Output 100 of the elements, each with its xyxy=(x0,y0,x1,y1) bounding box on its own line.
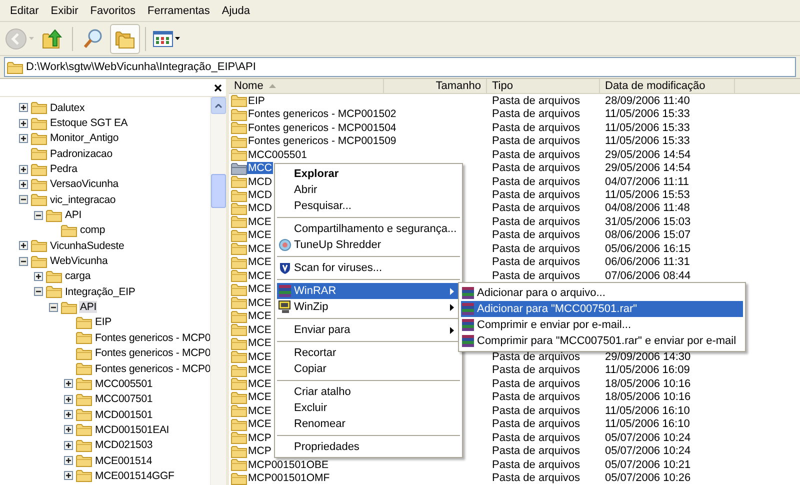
tree-item[interactable]: WebVicunha xyxy=(49,255,109,268)
tree-item[interactable]: VicunhaSudeste xyxy=(49,240,126,252)
tree-item[interactable]: Estoque SGT EA xyxy=(49,117,129,130)
tree-item[interactable]: Padronizacao xyxy=(49,148,114,160)
address-field[interactable]: D:\Work\sgtw\WebVicunha\Integração_EIP\API xyxy=(4,57,796,77)
file-name[interactable]: MCD xyxy=(247,189,273,201)
menu-item[interactable]: Recortar xyxy=(277,345,460,361)
file-name[interactable]: MCE xyxy=(247,350,272,363)
tree-item[interactable]: Fontes genericos - MCP0 xyxy=(94,362,210,375)
tree-item[interactable]: carga xyxy=(64,270,92,282)
table-cell-text: Pasta de arquivos xyxy=(491,350,582,363)
menu-item[interactable]: Excluir xyxy=(277,400,460,416)
menu-item[interactable]: Pesquisar... xyxy=(277,198,460,214)
file-name[interactable]: EIP xyxy=(247,94,266,107)
table-cell-text: 11/05/2006 15:33 xyxy=(604,135,691,148)
tree-item[interactable]: MCC007501 xyxy=(94,393,154,406)
table-cell-text: Pasta de arquivos xyxy=(491,242,582,255)
file-name[interactable]: Fontes genericos - MCP001509 xyxy=(247,135,398,148)
column-header[interactable]: Tamanho xyxy=(384,79,487,93)
file-name[interactable]: MCE xyxy=(247,310,272,322)
table-cell-text: 05/06/2006 16:15 xyxy=(604,242,692,255)
table-cell-text: 29/05/2006 14:54 xyxy=(604,162,692,174)
file-name[interactable]: MCE xyxy=(247,216,272,228)
file-name[interactable]: MCE xyxy=(247,270,272,282)
tree-item[interactable]: VersaoVicunha xyxy=(49,178,120,190)
file-name[interactable]: MCP001501OMF xyxy=(247,472,331,484)
menu-item[interactable]: Renomear xyxy=(277,416,460,432)
menu-item[interactable]: Editar xyxy=(4,4,45,16)
table-cell-text: 07/06/2006 08:44 xyxy=(604,270,692,282)
table-cell-text: Pasta de arquivos xyxy=(491,202,582,214)
column-header[interactable]: Nome xyxy=(229,79,384,93)
menu-item[interactable]: Comprimir para "MCC007501.rar" e enviar por e-mail xyxy=(461,333,743,349)
file-name[interactable]: MCP001501OBE xyxy=(247,458,330,471)
file-name[interactable]: MCE xyxy=(247,378,272,390)
tree-item[interactable]: MCD021503 xyxy=(94,439,154,452)
menu-item[interactable]: Adicionar para o arquivo... xyxy=(461,285,743,301)
tree-item[interactable]: MCE001514GGF xyxy=(94,470,176,482)
menu-item[interactable]: Comprimir e enviar por e-mail... xyxy=(461,317,743,333)
table-cell-text: 29/09/2006 14:30 xyxy=(604,350,692,363)
file-name[interactable]: MCE xyxy=(247,296,272,309)
menu-item[interactable]: Scan for viruses... xyxy=(277,260,460,276)
menu-item[interactable]: TuneUp Shredder xyxy=(277,237,460,253)
menu-item[interactable]: WinZip xyxy=(277,299,460,315)
table-cell-text: Pasta de arquivos xyxy=(491,148,582,161)
file-name[interactable]: MCE xyxy=(247,337,272,350)
menu-item[interactable]: Copiar xyxy=(277,361,460,377)
tree-item[interactable]: Dalutex xyxy=(49,102,86,114)
table-cell-text: Pasta de arquivos xyxy=(491,162,582,174)
file-name[interactable]: MCE xyxy=(247,364,272,376)
file-name[interactable]: MCE xyxy=(247,256,272,268)
tree-item[interactable]: Monitor_Antigo xyxy=(49,132,120,144)
file-name[interactable]: MCP xyxy=(247,432,272,444)
menu-item[interactable]: Enviar para xyxy=(277,322,460,338)
column-header[interactable]: Tipo xyxy=(487,79,600,93)
menu-item[interactable]: Favoritos xyxy=(84,4,142,16)
file-name[interactable]: MCE xyxy=(247,324,272,336)
file-name[interactable]: Fontes genericos - MCP001502 xyxy=(247,108,398,120)
table-cell-text: 11/05/2006 15:33 xyxy=(604,108,691,120)
table-cell-text: 31/05/2006 15:03 xyxy=(604,216,692,228)
file-name[interactable]: MCE xyxy=(247,391,272,404)
file-name[interactable]: MCE xyxy=(247,404,272,417)
menu-item[interactable]: WinRAR xyxy=(277,283,460,299)
menu-item[interactable]: Explorar xyxy=(277,166,460,182)
tree-item[interactable]: Fontes genericos - MCP0 xyxy=(94,332,210,344)
file-name[interactable]: MCE xyxy=(247,283,272,296)
menu-item[interactable]: Compartilhamento e segurança... xyxy=(277,221,460,237)
menu-item[interactable]: Propriedades xyxy=(277,439,460,455)
menu-item[interactable]: Exibir xyxy=(44,4,84,16)
tree-item[interactable]: MCC005501 xyxy=(94,378,154,390)
table-cell-text: Pasta de arquivos xyxy=(491,256,582,268)
tree-item[interactable]: MCD001501 xyxy=(94,408,154,421)
tree-item[interactable]: Pedra xyxy=(49,163,78,176)
menu-item[interactable]: Ajuda xyxy=(216,4,256,16)
tree-item[interactable]: EIP xyxy=(94,316,112,328)
tree-item[interactable]: Integração_EIP xyxy=(64,286,136,298)
file-name[interactable]: MCC005501 xyxy=(247,148,308,161)
table-cell-text: Pasta de arquivos xyxy=(491,432,582,444)
tree-item[interactable]: comp xyxy=(79,224,106,236)
file-name[interactable]: MCE xyxy=(247,242,272,255)
file-name[interactable]: MCP xyxy=(247,445,272,458)
table-cell-text: Pasta de arquivos xyxy=(491,404,582,417)
file-name[interactable]: MCD xyxy=(247,202,273,214)
file-name[interactable]: Fontes genericos - MCP001504 xyxy=(247,122,398,134)
table-cell-text: 11/05/2006 16:10 xyxy=(604,418,691,430)
tree-item[interactable]: MCD001501EAI xyxy=(94,424,170,436)
table-cell-text: 04/07/2006 11:11 xyxy=(604,176,690,188)
tree-item[interactable]: Fontes genericos - MCP0 xyxy=(94,347,210,360)
menu-item[interactable]: Adicionar para "MCC007501.rar" xyxy=(461,301,743,317)
menu-item[interactable]: Criar atalho xyxy=(277,384,460,400)
file-name[interactable]: MCC xyxy=(247,162,273,174)
file-name[interactable]: MCE xyxy=(247,418,272,430)
tree-item[interactable]: vic_integracao xyxy=(49,194,117,206)
tree-item[interactable]: API xyxy=(79,301,98,314)
menu-item[interactable]: Ferramentas xyxy=(142,4,216,16)
tree-item[interactable]: MCE001514 xyxy=(94,454,154,467)
file-name[interactable]: MCE xyxy=(247,229,272,242)
column-header[interactable]: Data de modificação xyxy=(600,79,735,93)
menu-item[interactable]: Abrir xyxy=(277,182,460,198)
file-name[interactable]: MCD xyxy=(247,176,273,188)
tree-item[interactable]: API xyxy=(64,209,82,222)
